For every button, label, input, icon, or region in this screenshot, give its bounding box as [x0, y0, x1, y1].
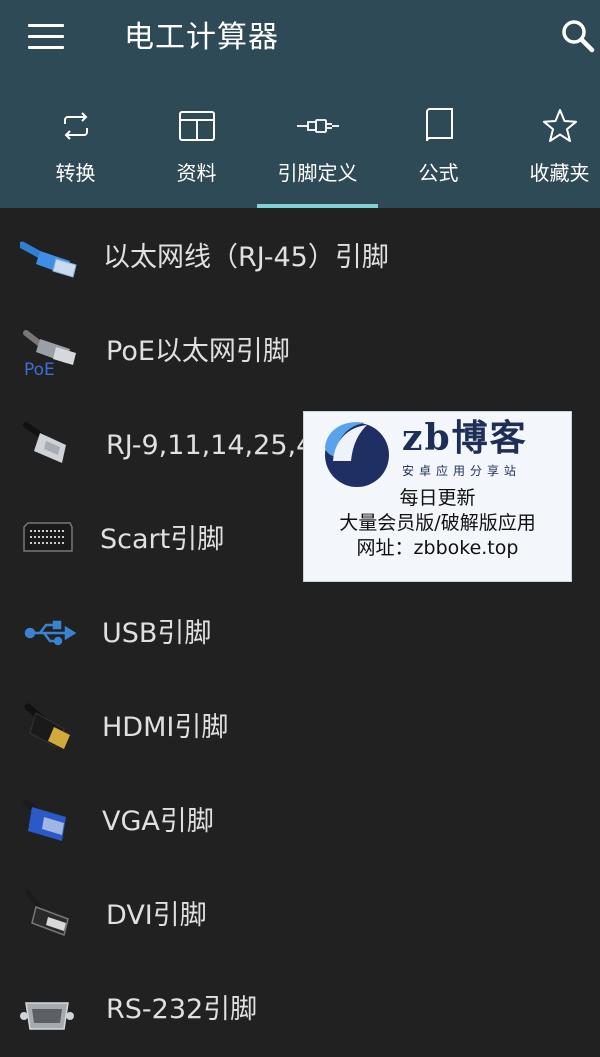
app-title: 电工计算器	[124, 20, 279, 55]
svg-text:PoE: PoE	[24, 360, 55, 379]
vga-cable-icon	[20, 795, 80, 849]
list-item[interactable]: USB引脚	[0, 587, 600, 681]
list-item-label: VGA引脚	[102, 806, 214, 837]
rj11-cable-icon	[20, 419, 80, 473]
app-bar: 电工计算器 转换 资料 引脚定义 公式 收藏夹	[0, 0, 600, 208]
rs232-connector-icon	[20, 983, 80, 1037]
hdmi-cable-icon	[20, 701, 80, 755]
list-item-label: DVI引脚	[106, 900, 207, 931]
star-icon	[499, 106, 600, 146]
list-item-label: RS-232引脚	[106, 994, 258, 1025]
list-item[interactable]: VGA引脚	[0, 775, 600, 869]
search-icon[interactable]	[560, 18, 596, 54]
list-item-label: HDMI引脚	[102, 712, 229, 743]
tab-data[interactable]: 资料	[136, 96, 257, 208]
poe-cable-icon: PoE	[20, 325, 80, 380]
tab-label: 收藏夹	[529, 161, 590, 185]
list-item-label: 以太网线（RJ-45）引脚	[103, 242, 389, 273]
list-item-label: PoE以太网引脚	[106, 336, 290, 367]
list-item[interactable]: 以太网线（RJ-45）引脚	[0, 211, 600, 305]
list-item-label: USB引脚	[102, 618, 212, 649]
scart-connector-icon	[20, 513, 80, 567]
connector-cable-icon	[257, 106, 378, 146]
list-item[interactable]: RS-232引脚	[0, 963, 600, 1057]
list-item-label: RJ-9,11,14,25,4	[106, 430, 314, 461]
watermark-subtitle: 安卓应用分享站	[402, 464, 522, 478]
list-item-label: Scart引脚	[100, 524, 225, 555]
tab-bar: 转换 资料 引脚定义 公式 收藏夹	[0, 96, 600, 208]
blog-logo-icon	[319, 417, 391, 489]
table-icon	[136, 106, 257, 146]
list-item[interactable]: DVI引脚	[0, 869, 600, 963]
dvi-cable-icon	[20, 889, 80, 943]
tab-favorites[interactable]: 收藏夹	[499, 96, 600, 208]
usb-icon	[20, 607, 80, 661]
book-icon	[378, 106, 499, 146]
tab-convert[interactable]: 转换	[15, 96, 136, 208]
watermark-line: 大量会员版/破解版应用	[339, 512, 536, 534]
watermark-brand: zb博客	[402, 417, 528, 459]
tab-formula[interactable]: 公式	[378, 96, 499, 208]
tab-pinout[interactable]: 引脚定义	[257, 96, 378, 208]
tab-label: 转换	[55, 161, 96, 185]
tab-label: 公式	[418, 161, 459, 185]
list-item[interactable]: PoE PoE以太网引脚	[0, 305, 600, 399]
watermark-line: 每日更新	[399, 487, 476, 509]
selected-tab-indicator	[257, 204, 378, 208]
swap-arrows-icon	[15, 106, 136, 146]
tab-label: 资料	[176, 161, 217, 185]
rj45-cable-icon	[18, 231, 80, 285]
hamburger-menu-icon[interactable]	[28, 24, 64, 52]
watermark-banner: zb博客 安卓应用分享站 每日更新 大量会员版/破解版应用 网址：zbboke.…	[303, 411, 572, 582]
watermark-url: 网址：zbboke.top	[356, 537, 519, 559]
tab-label: 引脚定义	[277, 161, 358, 185]
list-item[interactable]: HDMI引脚	[0, 681, 600, 775]
